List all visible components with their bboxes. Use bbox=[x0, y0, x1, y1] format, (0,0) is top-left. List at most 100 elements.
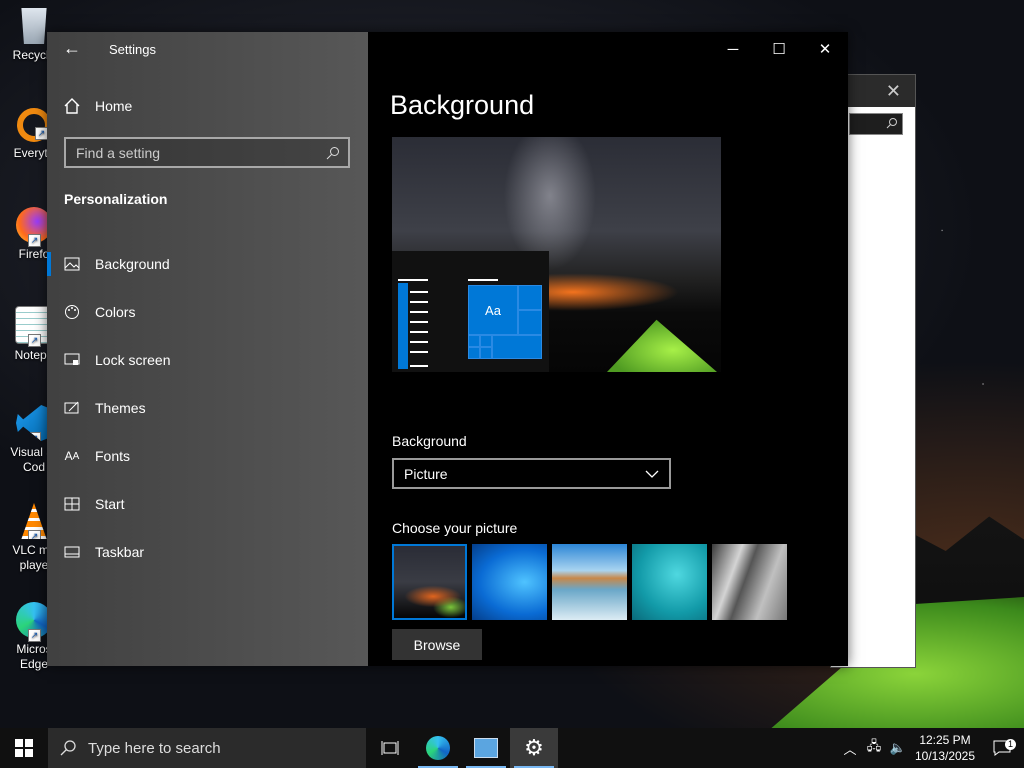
nav-item-label: Background bbox=[95, 256, 170, 272]
nav-item-themes[interactable]: Themes bbox=[47, 384, 368, 432]
nav-item-lock-screen[interactable]: Lock screen bbox=[47, 336, 368, 384]
home-icon bbox=[64, 98, 80, 114]
close-icon[interactable]: ✕ bbox=[886, 81, 901, 102]
taskbar: Type here to search ⚙ ︿ 🖧 🔈 12:25 PM 10/… bbox=[0, 728, 1024, 768]
taskbar-search-placeholder: Type here to search bbox=[88, 739, 221, 757]
clock[interactable]: 12:25 PM 10/13/2025 bbox=[910, 732, 980, 764]
preview-tile bbox=[480, 335, 492, 347]
search-icon[interactable] bbox=[326, 146, 340, 160]
system-tray: ︿ 🖧 🔈 12:25 PM 10/13/2025 1 bbox=[838, 728, 1024, 768]
nav-item-label: Colors bbox=[95, 304, 136, 320]
preview-tile bbox=[518, 285, 542, 310]
settings-sidebar: ← Settings Home Personalization Backgrou… bbox=[47, 32, 368, 666]
volume-muted-icon[interactable]: 🔈 bbox=[886, 740, 910, 756]
maximize-button[interactable]: ☐ bbox=[756, 32, 802, 66]
taskbar-search[interactable]: Type here to search bbox=[48, 728, 366, 768]
network-icon[interactable]: 🖧 bbox=[862, 737, 886, 759]
background-type-label: Background bbox=[392, 433, 467, 449]
preview-line bbox=[410, 301, 428, 303]
preview-line bbox=[410, 331, 428, 333]
picture-thumbnails bbox=[392, 544, 787, 620]
nav-home[interactable]: Home bbox=[63, 94, 132, 118]
notification-count: 1 bbox=[1005, 739, 1016, 750]
themes-icon bbox=[63, 399, 81, 417]
everything-search-icon: ↗ bbox=[17, 108, 51, 142]
search-icon bbox=[886, 118, 897, 129]
preview-tiles: Aa bbox=[468, 285, 542, 371]
control-panel-icon bbox=[474, 738, 498, 758]
preview-line bbox=[410, 311, 428, 313]
background-type-dropdown[interactable]: Picture bbox=[392, 458, 671, 489]
task-view-icon bbox=[381, 741, 399, 755]
nav-item-background[interactable]: Background bbox=[47, 240, 368, 288]
find-setting-input[interactable] bbox=[74, 143, 326, 162]
background-window-content bbox=[849, 141, 915, 667]
close-button[interactable]: ✕ bbox=[802, 32, 848, 66]
nav-item-label: Lock screen bbox=[95, 352, 171, 368]
preview-line bbox=[410, 341, 428, 343]
find-setting-search[interactable] bbox=[64, 137, 350, 168]
browse-button[interactable]: Browse bbox=[392, 629, 482, 660]
taskbar-settings[interactable]: ⚙ bbox=[510, 728, 558, 768]
preview-tent bbox=[607, 319, 717, 372]
start-icon bbox=[63, 495, 81, 513]
action-center-button[interactable]: 1 bbox=[980, 739, 1024, 756]
nav-item-colors[interactable]: Colors bbox=[47, 288, 368, 336]
preview-tile-aa: Aa bbox=[468, 285, 518, 335]
preview-line bbox=[410, 365, 428, 367]
clock-date: 10/13/2025 bbox=[914, 749, 976, 763]
preview-line bbox=[468, 279, 498, 281]
picture-thumb-cliff[interactable] bbox=[712, 544, 787, 620]
preview-line bbox=[410, 291, 428, 293]
clock-time: 12:25 PM bbox=[919, 733, 971, 747]
chevron-up-icon[interactable]: ︿ bbox=[838, 739, 862, 758]
titlebar: ← Settings bbox=[47, 32, 368, 66]
preview-tile bbox=[480, 347, 492, 359]
nav-item-label: Start bbox=[95, 496, 125, 512]
nav-item-label: Fonts bbox=[95, 448, 131, 464]
preview-tile bbox=[518, 310, 542, 335]
picture-icon bbox=[63, 255, 81, 273]
settings-window: ← Settings Home Personalization Backgrou… bbox=[47, 32, 848, 666]
window-controls: ─ ☐ ✕ bbox=[710, 32, 848, 66]
choose-picture-label: Choose your picture bbox=[392, 520, 518, 536]
nav-item-taskbar[interactable]: Taskbar bbox=[47, 528, 368, 576]
preview-line bbox=[398, 279, 428, 281]
preview-line bbox=[410, 351, 428, 353]
windows-logo-icon bbox=[15, 739, 33, 757]
section-title: Personalization bbox=[64, 191, 168, 207]
minimize-button[interactable]: ─ bbox=[710, 32, 756, 66]
picture-thumb-windows-blue[interactable] bbox=[472, 544, 547, 620]
fonts-icon: AA bbox=[64, 449, 80, 463]
background-preview: Aa bbox=[392, 137, 721, 372]
picture-thumb-night-sky[interactable] bbox=[392, 544, 467, 620]
background-type-value: Picture bbox=[404, 465, 448, 482]
taskbar-icon bbox=[63, 543, 81, 561]
task-view-button[interactable] bbox=[366, 728, 414, 768]
palette-icon bbox=[63, 303, 81, 321]
nav-item-label: Themes bbox=[95, 400, 146, 416]
preview-tile bbox=[468, 347, 480, 359]
chevron-down-icon bbox=[645, 470, 659, 478]
nav-item-label: Taskbar bbox=[95, 544, 145, 560]
preview-tile bbox=[468, 335, 480, 347]
settings-content: ─ ☐ ✕ Background Aa Background Picture C… bbox=[368, 32, 848, 666]
background-window-search[interactable] bbox=[849, 113, 903, 135]
app-title: Settings bbox=[109, 42, 156, 57]
preview-start-bar bbox=[398, 283, 408, 369]
picture-thumb-underwater[interactable] bbox=[632, 544, 707, 620]
preview-tile bbox=[492, 335, 542, 359]
back-arrow-icon[interactable]: ← bbox=[63, 38, 81, 59]
start-button[interactable] bbox=[0, 728, 48, 768]
picture-thumb-beach-rocks[interactable] bbox=[552, 544, 627, 620]
nav-home-label: Home bbox=[95, 98, 133, 114]
nav-item-fonts[interactable]: AA Fonts bbox=[47, 432, 368, 480]
personalization-nav: Background Colors Lock screen Themes AA … bbox=[47, 240, 368, 576]
taskbar-control-panel[interactable] bbox=[462, 728, 510, 768]
nav-item-start[interactable]: Start bbox=[47, 480, 368, 528]
preview-line bbox=[410, 321, 428, 323]
search-icon bbox=[60, 740, 76, 756]
edge-icon bbox=[426, 736, 450, 760]
taskbar-edge[interactable] bbox=[414, 728, 462, 768]
page-title: Background bbox=[390, 90, 535, 120]
